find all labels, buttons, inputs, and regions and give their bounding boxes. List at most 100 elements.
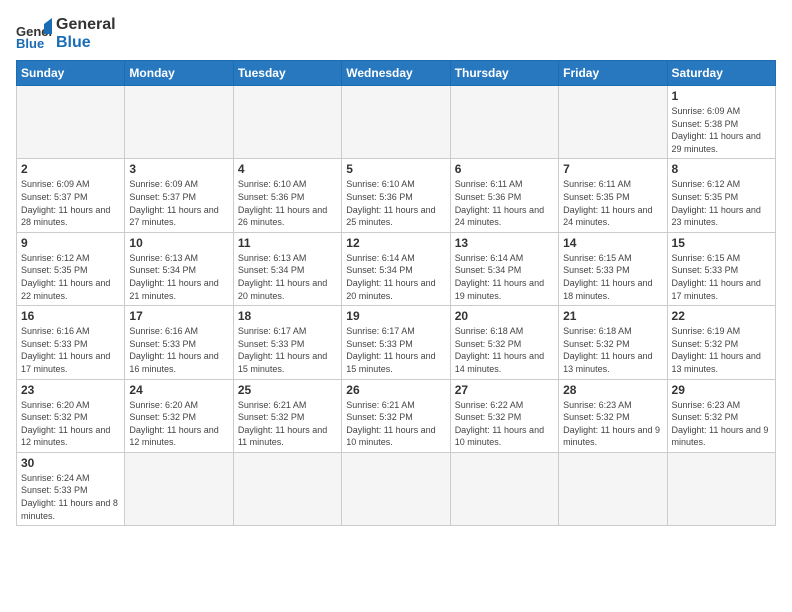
- day-info: Sunrise: 6:11 AMSunset: 5:36 PMDaylight:…: [455, 178, 554, 228]
- day-info: Sunrise: 6:17 AMSunset: 5:33 PMDaylight:…: [238, 325, 337, 375]
- calendar-cell: [125, 86, 233, 159]
- day-number: 11: [238, 236, 337, 250]
- day-info: Sunrise: 6:21 AMSunset: 5:32 PMDaylight:…: [346, 399, 445, 449]
- day-info: Sunrise: 6:10 AMSunset: 5:36 PMDaylight:…: [346, 178, 445, 228]
- calendar-cell: 26 Sunrise: 6:21 AMSunset: 5:32 PMDayligh…: [342, 379, 450, 452]
- day-number: 25: [238, 383, 337, 397]
- col-header-friday: Friday: [559, 61, 667, 86]
- day-info: Sunrise: 6:09 AMSunset: 5:37 PMDaylight:…: [129, 178, 228, 228]
- calendar-week-2: 2 Sunrise: 6:09 AMSunset: 5:37 PMDaylight…: [17, 159, 776, 232]
- calendar-cell: 20Sunrise: 6:18 AMSunset: 5:32 PMDayligh…: [450, 306, 558, 379]
- day-info: Sunrise: 6:12 AMSunset: 5:35 PMDaylight:…: [21, 252, 120, 302]
- day-number: 21: [563, 309, 662, 323]
- calendar-cell: 23 Sunrise: 6:20 AMSunset: 5:32 PMDayligh…: [17, 379, 125, 452]
- calendar-cell: 4Sunrise: 6:10 AMSunset: 5:36 PMDaylight…: [233, 159, 341, 232]
- calendar-cell: 30 Sunrise: 6:24 AMSunset: 5:33 PMDayligh…: [17, 452, 125, 525]
- calendar-week-6: 30 Sunrise: 6:24 AMSunset: 5:33 PMDayligh…: [17, 452, 776, 525]
- day-number: 16: [21, 309, 120, 323]
- calendar-cell: 24 Sunrise: 6:20 AMSunset: 5:32 PMDayligh…: [125, 379, 233, 452]
- day-number: 23: [21, 383, 120, 397]
- day-info: Sunrise: 6:13 AMSunset: 5:34 PMDaylight:…: [129, 252, 228, 302]
- day-info: Sunrise: 6:13 AMSunset: 5:34 PMDaylight:…: [238, 252, 337, 302]
- calendar-cell: 28Sunrise: 6:23 AMSunset: 5:32 PMDayligh…: [559, 379, 667, 452]
- day-number: 24: [129, 383, 228, 397]
- day-number: 26: [346, 383, 445, 397]
- calendar-week-3: 9 Sunrise: 6:12 AMSunset: 5:35 PMDaylight…: [17, 232, 776, 305]
- day-number: 7: [563, 162, 662, 176]
- calendar-cell: 18 Sunrise: 6:17 AMSunset: 5:33 PMDayligh…: [233, 306, 341, 379]
- calendar-cell: 15 Sunrise: 6:15 AMSunset: 5:33 PMDayligh…: [667, 232, 775, 305]
- calendar-cell: 21 Sunrise: 6:18 AMSunset: 5:32 PMDayligh…: [559, 306, 667, 379]
- calendar-cell: 1 Sunrise: 6:09 AMSunset: 5:38 PMDaylight…: [667, 86, 775, 159]
- page-header: General Blue General Blue: [16, 16, 776, 52]
- calendar-cell: 9 Sunrise: 6:12 AMSunset: 5:35 PMDaylight…: [17, 232, 125, 305]
- day-number: 30: [21, 456, 120, 470]
- calendar-cell: 11 Sunrise: 6:13 AMSunset: 5:34 PMDayligh…: [233, 232, 341, 305]
- col-header-tuesday: Tuesday: [233, 61, 341, 86]
- col-header-saturday: Saturday: [667, 61, 775, 86]
- day-number: 29: [672, 383, 771, 397]
- day-info: Sunrise: 6:21 AMSunset: 5:32 PMDaylight:…: [238, 399, 337, 449]
- day-number: 10: [129, 236, 228, 250]
- day-number: 1: [672, 89, 771, 103]
- calendar-cell: [450, 86, 558, 159]
- calendar-cell: 7Sunrise: 6:11 AMSunset: 5:35 PMDaylight…: [559, 159, 667, 232]
- col-header-monday: Monday: [125, 61, 233, 86]
- day-info: Sunrise: 6:09 AMSunset: 5:38 PMDaylight:…: [672, 105, 771, 155]
- col-header-thursday: Thursday: [450, 61, 558, 86]
- day-number: 2: [21, 162, 120, 176]
- calendar-cell: 27Sunrise: 6:22 AMSunset: 5:32 PMDayligh…: [450, 379, 558, 452]
- day-number: 9: [21, 236, 120, 250]
- calendar-cell: 25 Sunrise: 6:21 AMSunset: 5:32 PMDayligh…: [233, 379, 341, 452]
- calendar-cell: 14Sunrise: 6:15 AMSunset: 5:33 PMDayligh…: [559, 232, 667, 305]
- calendar-cell: [667, 452, 775, 525]
- day-info: Sunrise: 6:15 AMSunset: 5:33 PMDaylight:…: [563, 252, 662, 302]
- calendar-header-row: SundayMondayTuesdayWednesdayThursdayFrid…: [17, 61, 776, 86]
- svg-text:Blue: Blue: [16, 36, 44, 51]
- calendar-cell: 29 Sunrise: 6:23 AMSunset: 5:32 PMDayligh…: [667, 379, 775, 452]
- day-info: Sunrise: 6:14 AMSunset: 5:34 PMDaylight:…: [346, 252, 445, 302]
- calendar-cell: 8Sunrise: 6:12 AMSunset: 5:35 PMDaylight…: [667, 159, 775, 232]
- calendar-cell: [125, 452, 233, 525]
- day-number: 20: [455, 309, 554, 323]
- day-number: 3: [129, 162, 228, 176]
- day-number: 17: [129, 309, 228, 323]
- day-number: 13: [455, 236, 554, 250]
- calendar-cell: [450, 452, 558, 525]
- logo-icon: General Blue: [16, 16, 52, 52]
- day-number: 27: [455, 383, 554, 397]
- calendar-cell: [233, 452, 341, 525]
- day-number: 15: [672, 236, 771, 250]
- day-info: Sunrise: 6:12 AMSunset: 5:35 PMDaylight:…: [672, 178, 771, 228]
- calendar-cell: 19Sunrise: 6:17 AMSunset: 5:33 PMDayligh…: [342, 306, 450, 379]
- day-number: 18: [238, 309, 337, 323]
- day-info: Sunrise: 6:14 AMSunset: 5:34 PMDaylight:…: [455, 252, 554, 302]
- col-header-wednesday: Wednesday: [342, 61, 450, 86]
- day-number: 4: [238, 162, 337, 176]
- day-number: 28: [563, 383, 662, 397]
- calendar-cell: 2Sunrise: 6:09 AMSunset: 5:37 PMDaylight…: [17, 159, 125, 232]
- logo: General Blue General Blue: [16, 16, 116, 52]
- calendar-week-5: 23 Sunrise: 6:20 AMSunset: 5:32 PMDayligh…: [17, 379, 776, 452]
- day-info: Sunrise: 6:15 AMSunset: 5:33 PMDaylight:…: [672, 252, 771, 302]
- calendar-cell: 16 Sunrise: 6:16 AMSunset: 5:33 PMDayligh…: [17, 306, 125, 379]
- logo-general: General: [56, 16, 116, 34]
- logo-blue: Blue: [56, 34, 116, 52]
- calendar-cell: 12Sunrise: 6:14 AMSunset: 5:34 PMDayligh…: [342, 232, 450, 305]
- calendar-cell: [559, 86, 667, 159]
- day-number: 6: [455, 162, 554, 176]
- day-info: Sunrise: 6:19 AMSunset: 5:32 PMDaylight:…: [672, 325, 771, 375]
- day-info: Sunrise: 6:23 AMSunset: 5:32 PMDaylight:…: [672, 399, 771, 449]
- day-number: 19: [346, 309, 445, 323]
- calendar-cell: 3 Sunrise: 6:09 AMSunset: 5:37 PMDaylight…: [125, 159, 233, 232]
- day-info: Sunrise: 6:16 AMSunset: 5:33 PMDaylight:…: [129, 325, 228, 375]
- calendar-cell: 22Sunrise: 6:19 AMSunset: 5:32 PMDayligh…: [667, 306, 775, 379]
- day-info: Sunrise: 6:18 AMSunset: 5:32 PMDaylight:…: [563, 325, 662, 375]
- calendar-cell: 5Sunrise: 6:10 AMSunset: 5:36 PMDaylight…: [342, 159, 450, 232]
- calendar-cell: 10 Sunrise: 6:13 AMSunset: 5:34 PMDayligh…: [125, 232, 233, 305]
- day-info: Sunrise: 6:16 AMSunset: 5:33 PMDaylight:…: [21, 325, 120, 375]
- day-info: Sunrise: 6:24 AMSunset: 5:33 PMDaylight:…: [21, 472, 120, 522]
- day-info: Sunrise: 6:20 AMSunset: 5:32 PMDaylight:…: [129, 399, 228, 449]
- calendar-cell: [233, 86, 341, 159]
- day-info: Sunrise: 6:20 AMSunset: 5:32 PMDaylight:…: [21, 399, 120, 449]
